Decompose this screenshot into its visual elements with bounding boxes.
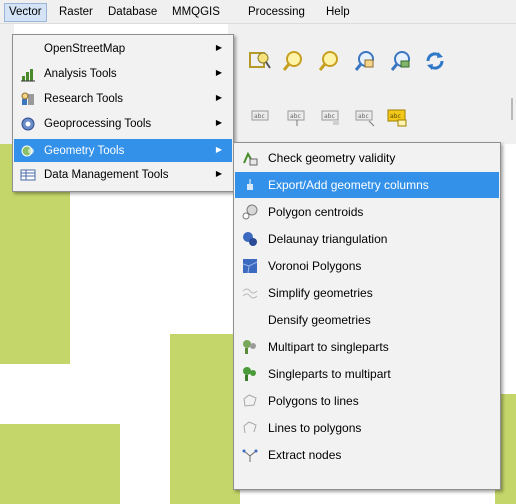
menu-vector[interactable]: Vector [4, 3, 47, 22]
move-label-icon[interactable]: abc [352, 104, 378, 130]
menu-item-multipart-to-singleparts[interactable]: Multipart to singleparts [235, 334, 499, 360]
menu-item-label: Geoprocessing Tools [44, 117, 152, 130]
menu-item-analysis-tools[interactable]: Analysis Tools ▶ [14, 62, 232, 85]
menu-item-label: Export/Add geometry columns [268, 178, 429, 192]
submenu-arrow-icon: ▶ [215, 169, 222, 178]
menu-item-geoprocessing-tools[interactable]: Geoprocessing Tools ▶ [14, 112, 232, 135]
zoom-out-icon[interactable] [316, 48, 342, 74]
show-hide-labels-icon[interactable]: abc [318, 104, 344, 130]
zoom-in-icon[interactable] [280, 48, 306, 74]
submenu-arrow-icon: ▶ [215, 68, 222, 77]
refresh-icon[interactable] [422, 48, 448, 74]
menu-item-simplify-geometries[interactable]: Simplify geometries [235, 280, 499, 306]
geometry-tools-submenu: Check geometry validity Export/Add geome… [233, 142, 501, 490]
map-polygon [170, 334, 240, 504]
submenu-arrow-icon: ▶ [215, 43, 222, 52]
toolbar-separator [511, 98, 513, 120]
delaunay-icon [242, 231, 258, 247]
centroids-icon [242, 204, 258, 220]
menu-item-singleparts-to-multipart[interactable]: Singleparts to multipart [235, 361, 499, 387]
svg-text:abc: abc [254, 113, 265, 120]
svg-text:abc: abc [324, 113, 335, 120]
singlepart-icon [242, 366, 258, 382]
svg-text:abc: abc [358, 113, 369, 120]
menu-item-lines-to-polygons[interactable]: Lines to polygons [235, 415, 499, 441]
menu-item-openstreetmap[interactable]: OpenStreetMap ▶ [14, 37, 232, 60]
menu-item-geometry-tools[interactable]: Geometry Tools ▶ [14, 139, 232, 162]
zoom-to-selection-icon[interactable] [352, 48, 378, 74]
map-polygon [0, 424, 120, 504]
svg-text:abc: abc [290, 113, 301, 120]
zoom-to-layer-icon[interactable] [388, 48, 414, 74]
polygons-to-lines-icon [242, 393, 258, 409]
change-label-icon[interactable]: abc [384, 104, 410, 130]
menu-item-label: Extract nodes [268, 448, 342, 462]
pin-label-icon[interactable]: abc [284, 104, 310, 130]
lines-to-polygons-icon [242, 420, 258, 436]
menu-item-label: Data Management Tools [44, 168, 169, 181]
vector-menu: OpenStreetMap ▶ Analysis Tools ▶ Researc… [12, 34, 234, 192]
menu-item-label: Polygon centroids [268, 205, 364, 219]
menu-item-label: Lines to polygons [268, 421, 362, 435]
geometry-icon [20, 143, 36, 159]
identify-features-icon[interactable] [246, 48, 272, 74]
submenu-arrow-icon: ▶ [215, 145, 222, 154]
analysis-icon [20, 66, 36, 82]
menu-item-densify-geometries[interactable]: Densify geometries [235, 307, 499, 333]
menu-item-delaunay-triangulation[interactable]: Delaunay triangulation [235, 226, 499, 252]
menu-item-check-geometry-validity[interactable]: Check geometry validity [235, 145, 499, 171]
toolbar-area: abc abc abc abc abc [228, 24, 516, 144]
multipart-icon [242, 339, 258, 355]
menu-item-label: Delaunay triangulation [268, 232, 388, 246]
check-validity-icon [242, 150, 258, 166]
menu-help[interactable]: Help [322, 3, 354, 22]
menu-database[interactable]: Database [104, 3, 161, 22]
menu-item-label: Analysis Tools [44, 67, 117, 80]
menu-item-export-add-geometry-columns[interactable]: Export/Add geometry columns [235, 172, 499, 198]
simplify-icon [242, 285, 258, 301]
extract-nodes-icon [242, 447, 258, 463]
menu-item-label: Multipart to singleparts [268, 340, 389, 354]
menu-item-polygons-to-lines[interactable]: Polygons to lines [235, 388, 499, 414]
menu-item-label: Simplify geometries [268, 286, 373, 300]
menu-item-label: Research Tools [44, 92, 124, 105]
menu-mmqgis[interactable]: MMQGIS [168, 3, 224, 22]
data-management-icon [20, 167, 36, 183]
menu-item-extract-nodes[interactable]: Extract nodes [235, 442, 499, 468]
menu-raster[interactable]: Raster [55, 3, 97, 22]
voronoi-icon [242, 258, 258, 274]
menu-item-label: Singleparts to multipart [268, 367, 391, 381]
menu-item-label: OpenStreetMap [44, 42, 126, 55]
menu-item-label: Geometry Tools [44, 144, 125, 157]
research-icon [20, 91, 36, 107]
submenu-arrow-icon: ▶ [215, 93, 222, 102]
menu-processing[interactable]: Processing [244, 3, 309, 22]
label-icon[interactable]: abc [248, 104, 274, 130]
menu-item-label: Voronoi Polygons [268, 259, 362, 273]
menu-item-label: Polygons to lines [268, 394, 359, 408]
svg-text:abc: abc [390, 113, 401, 120]
submenu-arrow-icon: ▶ [215, 118, 222, 127]
menu-item-research-tools[interactable]: Research Tools ▶ [14, 87, 232, 110]
menu-bar: Vector Raster Database MMQGIS Processing… [0, 0, 516, 24]
menu-item-label: Check geometry validity [268, 151, 396, 165]
menu-item-polygon-centroids[interactable]: Polygon centroids [235, 199, 499, 225]
menu-item-voronoi-polygons[interactable]: Voronoi Polygons [235, 253, 499, 279]
menu-item-label: Densify geometries [268, 313, 371, 327]
export-geometry-icon [242, 177, 258, 193]
menu-item-data-management-tools[interactable]: Data Management Tools ▶ [14, 163, 232, 186]
geoprocessing-icon [20, 116, 36, 132]
